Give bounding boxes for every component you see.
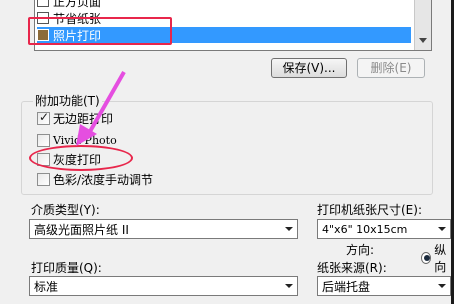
print-quality-value: 标准 [34, 279, 59, 294]
print-quality-select[interactable]: 标准 [29, 276, 298, 296]
chevron-down-icon[interactable] [434, 220, 450, 238]
paper-size-label: 打印机纸张尺寸(E): [317, 203, 422, 217]
media-type-select[interactable]: 高级光面照片纸 II [29, 219, 298, 239]
radio-label: 纵向 [434, 243, 447, 274]
paper-source-value: 后端托盘 [322, 279, 371, 294]
chevron-down-icon[interactable] [281, 220, 297, 238]
paper-size-select[interactable]: 4"x6" 10x15cm [317, 219, 451, 239]
media-type-value: 高级光面照片纸 II [34, 222, 129, 237]
radio-icon[interactable] [421, 252, 432, 264]
chevron-down-icon[interactable] [281, 277, 297, 295]
chevron-down-icon[interactable] [434, 277, 450, 295]
orientation-portrait-radio[interactable]: 纵向 [421, 241, 454, 275]
print-quality-label: 打印质量(Q): [31, 261, 102, 275]
orientation-label: 方向: [346, 243, 375, 257]
paper-source-select[interactable]: 后端托盘 [317, 276, 451, 296]
paper-size-value: 4"x6" 10x15cm [322, 222, 408, 236]
paper-source-label: 纸张来源(R): [317, 261, 387, 275]
media-type-label: 介质类型(Y): [31, 203, 100, 217]
